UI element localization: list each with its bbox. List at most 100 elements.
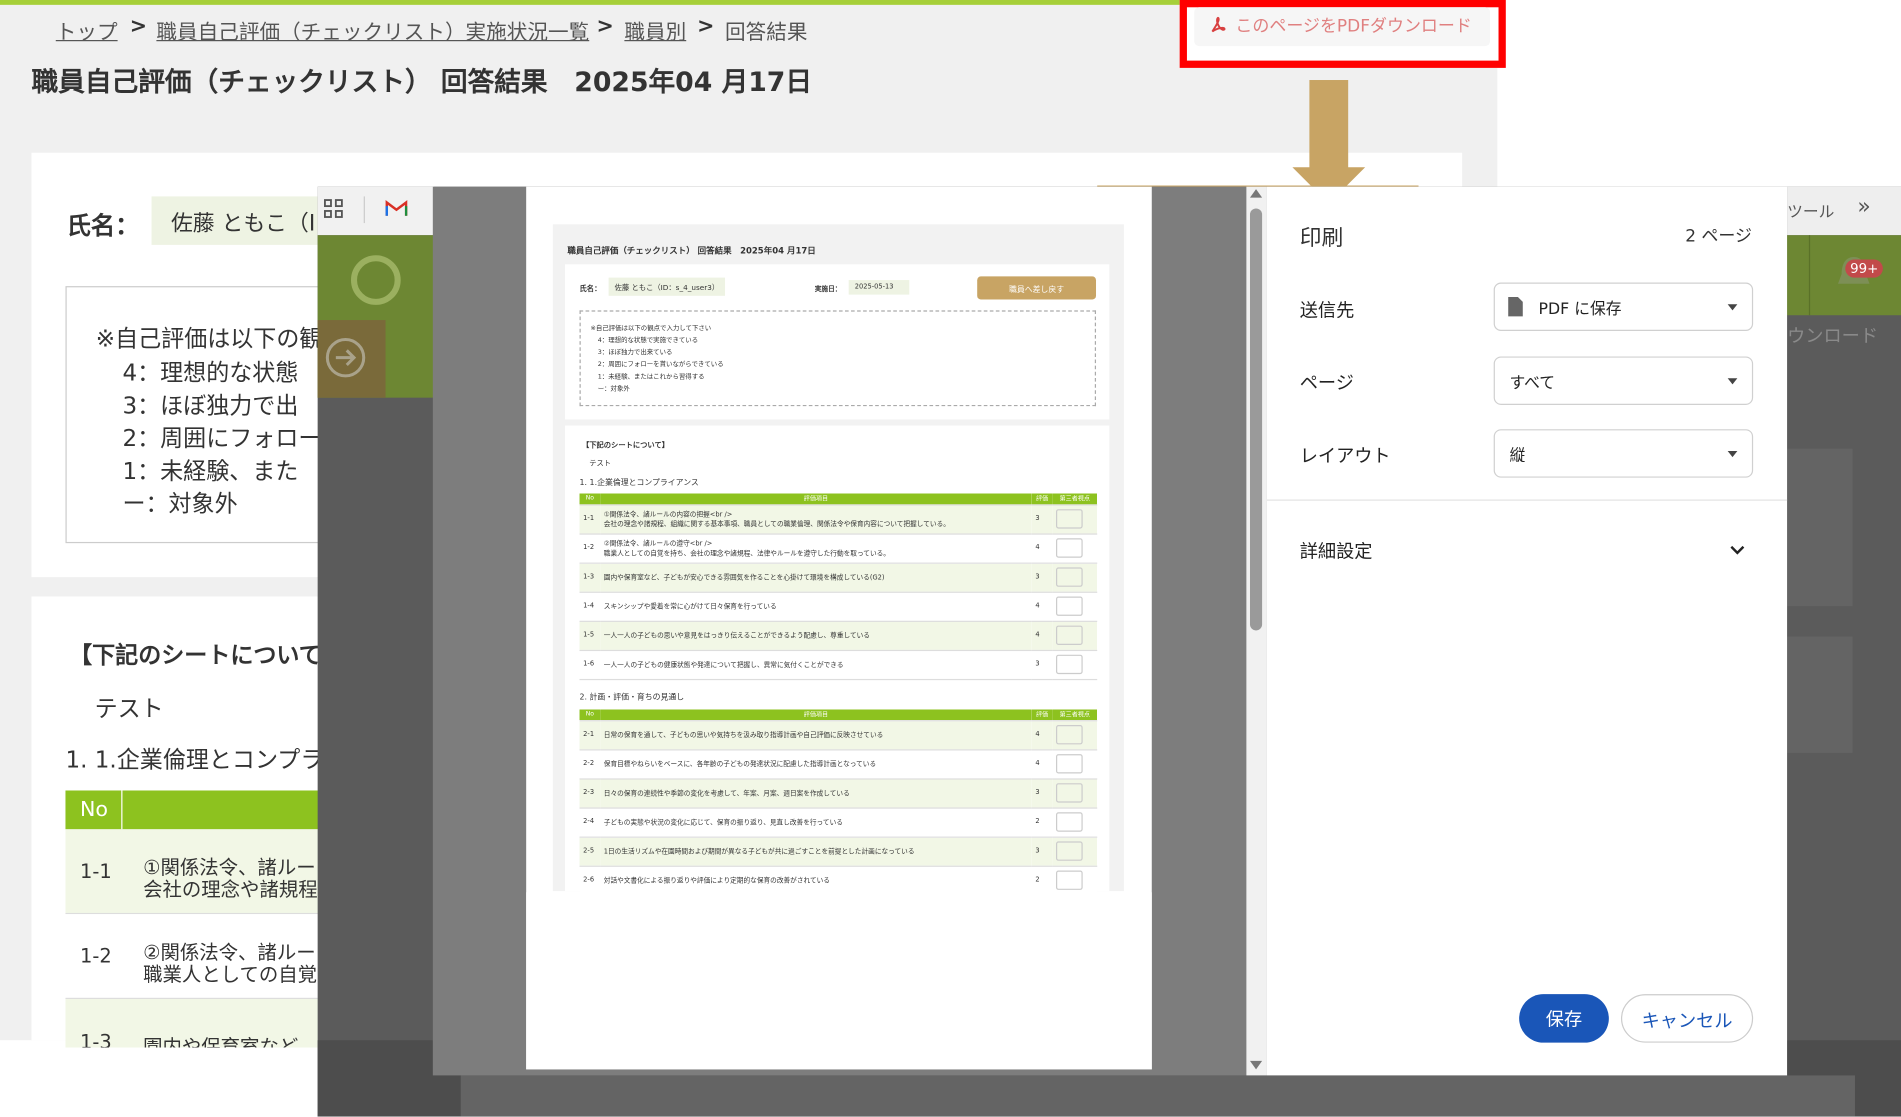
breadcrumb-list[interactable]: 職員自己評価（チェックリスト）実施状況一覧 bbox=[156, 15, 589, 45]
third-party-stepper[interactable] bbox=[1056, 754, 1083, 774]
third-party-stepper[interactable] bbox=[1056, 783, 1083, 803]
row-no: 2-2 bbox=[579, 749, 601, 779]
scrollbar-thumb[interactable] bbox=[1249, 208, 1263, 631]
scroll-up-icon[interactable] bbox=[1249, 189, 1263, 198]
row-no: 2-1 bbox=[579, 720, 601, 750]
arrow-icon bbox=[1309, 80, 1349, 170]
row-no: 1-6 bbox=[579, 649, 601, 680]
row-no: 1-3 bbox=[80, 1030, 112, 1048]
row-text: 保育目標やねらいをベースに、各年齢の子どもの発達状況に配慮した指導計画となってい… bbox=[600, 749, 1032, 779]
table-row: 1-2 ②関係法令、諸ルー 職業人としての自覚 bbox=[65, 914, 333, 1000]
download-label-partial: ウンロード bbox=[1787, 324, 1879, 347]
col-header: 評価 bbox=[1031, 493, 1053, 505]
col-header: 評価 bbox=[1031, 709, 1053, 721]
background-table: No 1-1 ①関係法令、諸ルー 会社の理念や諸規程 1-2 ②関係法令、諸ルー… bbox=[65, 790, 333, 1048]
preview-back-button[interactable]: 職員へ差し戻す bbox=[977, 276, 1097, 300]
row-text: ②関係法令、諸ルールの遵守<br /> bbox=[603, 540, 713, 549]
third-party-stepper[interactable] bbox=[1056, 567, 1083, 587]
chevron-down-icon bbox=[1727, 304, 1738, 311]
table-row: 1-4 スキンシップや愛着を常に心がけて日々保育を行っている 4 bbox=[579, 591, 1098, 622]
col-header: 評価項目 bbox=[600, 493, 1032, 505]
row-text: 日々の保育の連続性や季節の変化を考慮して、年案、月案、週日案を作成している bbox=[600, 778, 1032, 809]
row-no: 2-5 bbox=[579, 836, 601, 867]
row-score: 4 bbox=[1031, 749, 1053, 779]
pages-select[interactable]: すべて bbox=[1493, 356, 1754, 405]
preview-notes: ※自己評価は以下の観点で入力して下さい 4：理想的な状態で実施できている 3：ほ… bbox=[579, 310, 1097, 407]
note-line: ー：対象外 bbox=[122, 491, 238, 518]
apps-grid-icon[interactable] bbox=[324, 199, 343, 218]
arrow-right-circle-icon bbox=[325, 337, 366, 378]
third-party-stepper[interactable] bbox=[1056, 509, 1083, 529]
third-party-stepper[interactable] bbox=[1056, 725, 1083, 745]
chevron-down-icon bbox=[1727, 451, 1738, 458]
table-row: 2-2 保育目標やねらいをベースに、各年齢の子どもの発達状況に配慮した指導計画とな… bbox=[579, 749, 1098, 779]
more-bookmarks-icon[interactable]: » bbox=[1857, 194, 1870, 219]
note-line: 4：理想的な状態 bbox=[122, 360, 299, 387]
table-header: No bbox=[65, 790, 333, 830]
row-score: 2 bbox=[1031, 865, 1053, 896]
page-title: 職員自己評価（チェックリスト） 回答結果 2025年04 月17日 bbox=[31, 67, 813, 99]
col-header: 評価項目 bbox=[600, 709, 1032, 721]
preview-note-line: ー：対象外 bbox=[597, 385, 630, 393]
third-party-stepper[interactable] bbox=[1056, 538, 1083, 558]
destination-select[interactable]: PDF に保存 bbox=[1493, 282, 1754, 331]
layout-select[interactable]: 縦 bbox=[1493, 429, 1754, 478]
row-text: 子どもの実態や状況の変化に応じて、保育の振り返り、見直し改善を行っている bbox=[600, 807, 1032, 838]
site-header-strip bbox=[317, 235, 435, 398]
third-party-stepper[interactable] bbox=[1056, 596, 1083, 616]
row-text: 職業人としての自覚を持ち、会社の理念や諸規程、法律やルールを遵守した行動を取って… bbox=[603, 550, 890, 558]
third-party-stepper[interactable] bbox=[1056, 841, 1083, 861]
table-row: 1-1 ①関係法令、諸ルー 会社の理念や諸規程 bbox=[65, 829, 333, 915]
col-header: 第三者視点 bbox=[1052, 709, 1098, 721]
row-text: 職業人としての自覚 bbox=[143, 962, 318, 986]
row-score: 4 bbox=[1031, 720, 1053, 750]
third-party-stepper[interactable] bbox=[1056, 654, 1083, 675]
row-text: 会社の理念や諸規程 bbox=[143, 877, 318, 901]
row-text: 園内や保育室など、子どもが安心できる雰囲気を作ることを心掛けて環境を構成している… bbox=[600, 562, 1032, 593]
row-no: 1-4 bbox=[579, 591, 601, 622]
pdf-download-label: このページをPDFダウンロード bbox=[1235, 16, 1472, 37]
col-header: No bbox=[579, 493, 601, 505]
table-header-no: No bbox=[80, 797, 109, 823]
preview-section-title: 1. 1.企業倫理とコンプライアンス bbox=[579, 477, 699, 488]
more-settings-label: 詳細設定 bbox=[1299, 540, 1373, 563]
page-count: 2 ページ bbox=[1685, 226, 1753, 247]
side-nav-toggle[interactable] bbox=[317, 320, 386, 398]
table-row: 2-3 日々の保育の連続性や季節の変化を考慮して、年案、月案、週日案を作成している… bbox=[579, 778, 1098, 809]
preview-note-line: 2：周囲にフォローを貰いながらできている bbox=[597, 361, 724, 369]
table-row: 2-4 子どもの実態や状況の変化に応じて、保育の振り返り、見直し改善を行っている 2 bbox=[579, 807, 1098, 838]
row-no: 2-3 bbox=[579, 778, 601, 809]
row-text: 対話や文書化による振り返りや評価により定期的な保育の改善がされている bbox=[600, 865, 1032, 896]
preview-note-line: 3：ほぼ独力で出来ている bbox=[597, 349, 673, 357]
row-no: 2-4 bbox=[579, 807, 601, 838]
row-score: 2 bbox=[1031, 807, 1053, 838]
chevron-down-icon bbox=[1727, 378, 1738, 385]
third-party-stepper[interactable] bbox=[1056, 625, 1083, 645]
print-title: 印刷 bbox=[1299, 225, 1344, 251]
section-title: 1. 1.企業倫理とコンプラ bbox=[65, 746, 324, 774]
preview-title: 職員自己評価（チェックリスト） 回答結果 2025年04 月17日 bbox=[567, 246, 816, 256]
breadcrumb-top[interactable]: トップ bbox=[56, 15, 118, 45]
note-line: 2：周囲にフォロー bbox=[122, 425, 322, 453]
cancel-button[interactable]: キャンセル bbox=[1620, 994, 1754, 1043]
chevron-down-icon bbox=[1730, 545, 1745, 555]
gmail-icon[interactable] bbox=[385, 200, 408, 217]
row-no: 1-1 bbox=[579, 504, 601, 535]
table-row: 2-6 対話や文書化による振り返りや評価により定期的な保育の改善がされている 2 bbox=[579, 865, 1098, 896]
more-settings-toggle[interactable]: 詳細設定 bbox=[1267, 526, 1787, 572]
bookmarks-bar-right: ツール » bbox=[1787, 186, 1901, 236]
preview-date-value: 2025-05-13 bbox=[848, 280, 910, 295]
scroll-down-icon[interactable] bbox=[1249, 1060, 1263, 1070]
dim-panel bbox=[1787, 636, 1853, 753]
save-button[interactable]: 保存 bbox=[1519, 994, 1609, 1043]
print-settings-panel: 印刷 2 ページ 送信先 PDF に保存 ページ すべて レイアウト 縦 詳細設… bbox=[1266, 186, 1788, 1076]
third-party-stepper[interactable] bbox=[1056, 812, 1083, 832]
destination-value: PDF に保存 bbox=[1538, 300, 1622, 319]
breadcrumb-by-staff[interactable]: 職員別 bbox=[624, 15, 686, 45]
pdf-download-button[interactable]: このページをPDFダウンロード bbox=[1194, 7, 1491, 47]
preview-sheet-heading: 【下記のシートについて】 bbox=[581, 441, 670, 450]
tools-bookmark[interactable]: ツール bbox=[1787, 199, 1834, 222]
row-no: 1-1 bbox=[80, 859, 112, 883]
third-party-stepper[interactable] bbox=[1056, 870, 1083, 890]
row-score: 4 bbox=[1031, 591, 1053, 622]
